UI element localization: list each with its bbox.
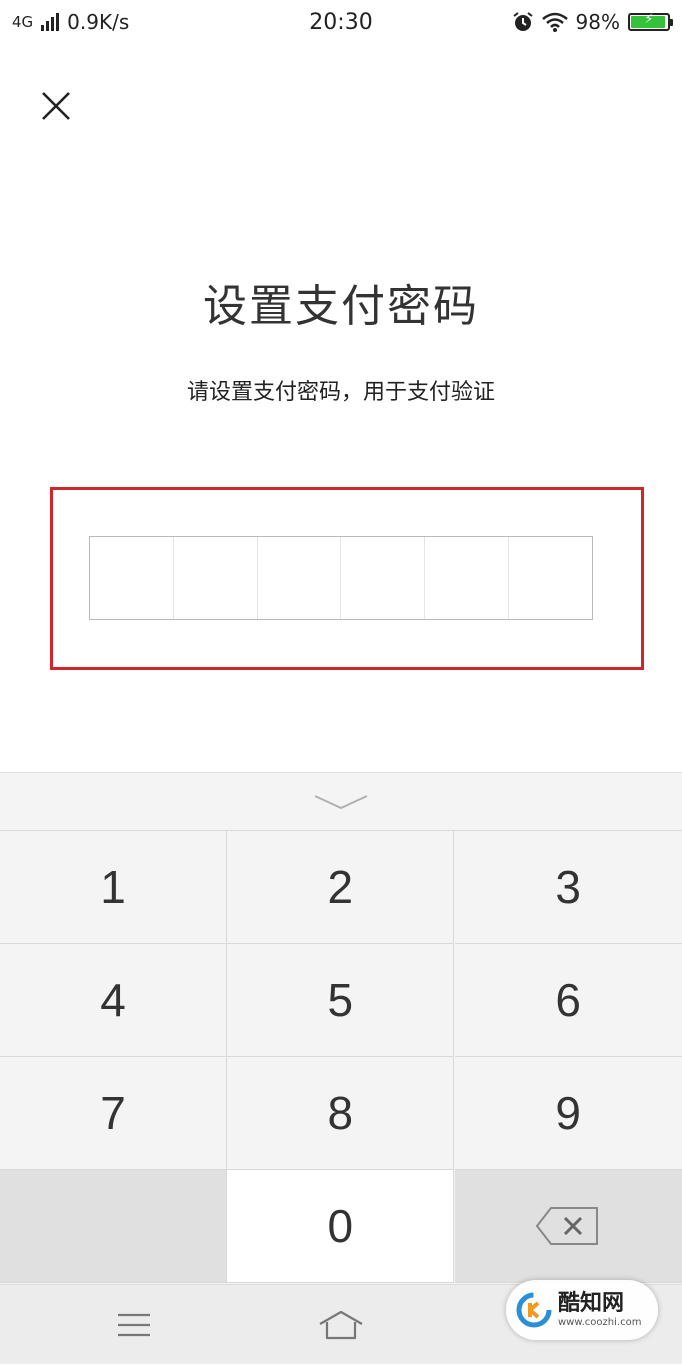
key-blank [0,1170,227,1283]
key-3[interactable]: 3 [454,831,682,944]
coozhi-logo-icon [516,1292,552,1328]
status-right: 98% ⚡ [512,10,673,34]
menu-button[interactable] [20,1285,247,1365]
pin-cell [258,537,342,619]
pin-input[interactable] [89,536,593,620]
close-button[interactable] [34,84,78,128]
key-2[interactable]: 2 [227,831,455,944]
close-icon [42,92,70,120]
key-backspace[interactable] [454,1170,682,1283]
status-bar: 4G 0.9K/s 20:30 98% ⚡ [0,0,682,46]
key-8[interactable]: 8 [227,1057,455,1170]
watermark: 酷知网 www.coozhi.com [506,1280,658,1340]
menu-icon [117,1313,150,1337]
watermark-url: www.coozhi.com [558,1316,642,1328]
wifi-icon [541,12,568,32]
home-button[interactable] [227,1285,454,1365]
key-0[interactable]: 0 [227,1170,455,1283]
pin-cell [174,537,258,619]
key-5[interactable]: 5 [227,944,455,1057]
page-subtitle: 请设置支付密码，用于支付验证 [186,380,495,405]
key-1[interactable]: 1 [0,831,227,944]
charging-icon: ⚡ [644,12,654,27]
keyboard-collapse-button[interactable] [0,773,682,831]
key-7[interactable]: 7 [0,1057,227,1170]
pin-cell [90,537,174,619]
pin-cell [509,537,592,619]
pin-cell [341,537,426,619]
pin-cell [425,537,510,619]
key-6[interactable]: 6 [454,944,682,1057]
home-icon [318,1310,363,1340]
key-9[interactable]: 9 [454,1057,682,1170]
watermark-text: 酷知网 www.coozhi.com [558,1290,642,1328]
page-title: 设置支付密码 [203,281,479,332]
key-4[interactable]: 4 [0,944,227,1057]
alarm-icon [512,12,533,31]
backspace-icon [535,1207,599,1245]
chevron-down-icon [314,795,368,810]
battery-percent: 98% [575,10,620,34]
battery-icon: ⚡ [628,12,673,31]
watermark-name: 酷知网 [558,1290,625,1316]
numeric-keyboard: 123 456 7890 [0,772,682,1364]
